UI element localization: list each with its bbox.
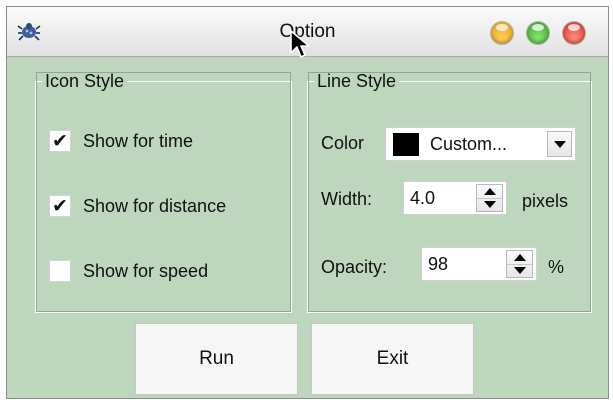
- opacity-label: Opacity:: [321, 257, 388, 277]
- show-for-distance-label[interactable]: Show for distance: [83, 196, 226, 217]
- width-label: Width:: [321, 189, 373, 209]
- opacity-decrement-button[interactable]: [507, 264, 532, 277]
- icon-style-legend: Icon Style: [45, 71, 125, 91]
- arrow-up-icon: [483, 188, 496, 195]
- show-for-speed-label[interactable]: Show for speed: [83, 261, 208, 282]
- width-spinner[interactable]: 4.0: [403, 181, 507, 215]
- opacity-spinner[interactable]: 98: [421, 247, 537, 281]
- color-swatch: [393, 133, 419, 156]
- opacity-unit: %: [548, 257, 565, 277]
- minimize-button[interactable]: [491, 22, 513, 44]
- color-dropdown-button[interactable]: [547, 131, 572, 157]
- width-spin-buttons[interactable]: [476, 184, 503, 212]
- show-for-speed-option[interactable]: Show for speed: [49, 258, 208, 284]
- color-select[interactable]: Custom...: [385, 127, 576, 161]
- show-for-time-label[interactable]: Show for time: [83, 131, 193, 152]
- show-for-distance-checkbox[interactable]: ✔: [49, 195, 71, 217]
- color-value: Custom...: [430, 134, 508, 154]
- exit-button[interactable]: Exit: [311, 323, 474, 395]
- maximize-button[interactable]: [527, 22, 549, 44]
- opacity-value[interactable]: 98: [428, 254, 448, 275]
- width-value[interactable]: 4.0: [410, 188, 435, 209]
- run-button[interactable]: Run: [135, 323, 298, 395]
- mouse-pointer-icon: [290, 30, 310, 58]
- show-for-distance-option[interactable]: ✔ Show for distance: [49, 193, 226, 219]
- arrow-down-icon: [483, 201, 496, 208]
- arrow-up-icon: [513, 254, 526, 261]
- line-style-legend: Line Style: [317, 71, 397, 91]
- width-unit: pixels: [522, 191, 569, 211]
- option-dialog: Option Icon Style ✔ Show for time ✔ Show…: [6, 6, 609, 399]
- opacity-increment-button[interactable]: [507, 251, 532, 265]
- close-button[interactable]: [563, 22, 585, 44]
- chevron-down-icon: [553, 140, 566, 148]
- show-for-time-option[interactable]: ✔ Show for time: [49, 128, 193, 154]
- color-label: Color: [321, 133, 365, 153]
- show-for-time-checkbox[interactable]: ✔: [49, 130, 71, 152]
- arrow-down-icon: [513, 267, 526, 274]
- show-for-speed-checkbox[interactable]: [49, 260, 71, 282]
- width-increment-button[interactable]: [477, 185, 502, 199]
- opacity-spin-buttons[interactable]: [506, 250, 533, 278]
- width-decrement-button[interactable]: [477, 198, 502, 211]
